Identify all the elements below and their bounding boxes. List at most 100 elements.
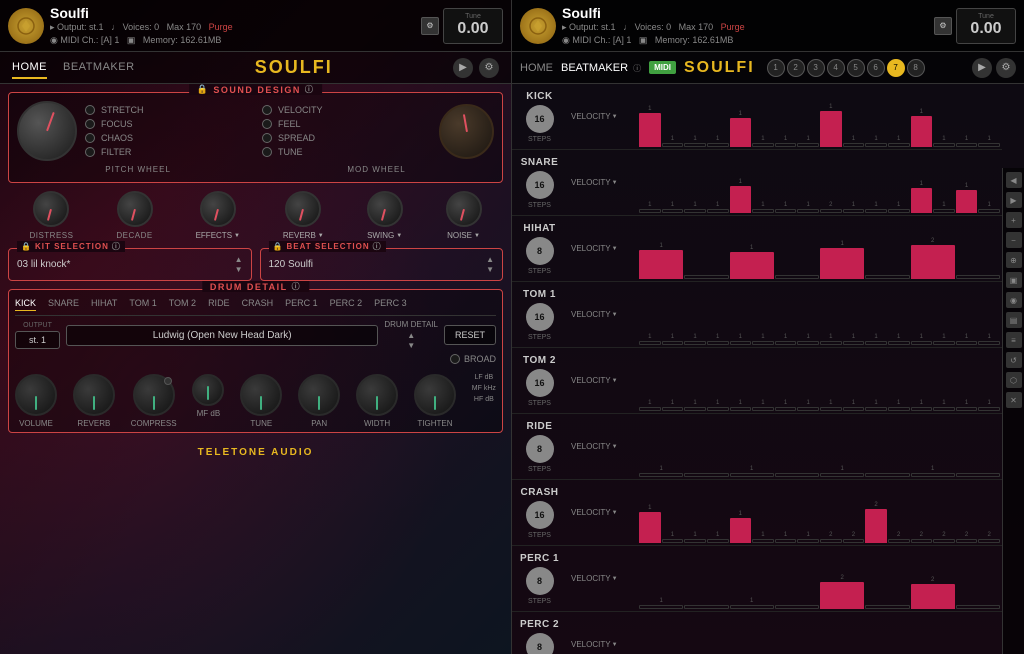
beat-bar-cell[interactable]: 1 bbox=[662, 352, 684, 411]
beat-bar[interactable] bbox=[911, 245, 955, 279]
beat-bar-cell[interactable] bbox=[775, 418, 819, 477]
beat-bar-cell[interactable]: 1 bbox=[684, 154, 706, 213]
beat-bar-cell[interactable] bbox=[775, 550, 819, 609]
beat-bar[interactable] bbox=[752, 407, 774, 411]
beat-bar-cell[interactable]: 1 bbox=[639, 352, 661, 411]
side-btn-2[interactable]: ▶ bbox=[1006, 192, 1022, 208]
beat-bar-cell[interactable]: 1 bbox=[911, 418, 955, 477]
steps-badge-0[interactable]: 16 bbox=[526, 105, 554, 133]
beat-bar[interactable] bbox=[865, 605, 909, 609]
beat-bar-cell[interactable]: 2 bbox=[911, 550, 955, 609]
tune-knob-drum[interactable] bbox=[240, 374, 282, 416]
beat-bar[interactable] bbox=[684, 407, 706, 411]
drum-tab-tom1[interactable]: TOM 1 bbox=[129, 298, 156, 311]
beat-bar[interactable] bbox=[820, 473, 864, 477]
beat-bar-cell[interactable]: 1 bbox=[956, 154, 978, 213]
beat-bar-cell[interactable]: 2 bbox=[911, 220, 955, 279]
tighten-knob[interactable] bbox=[414, 374, 456, 416]
beat-bar-cell[interactable] bbox=[775, 220, 819, 279]
side-btn-8[interactable]: ▤ bbox=[1006, 312, 1022, 328]
step-8[interactable]: 8 bbox=[907, 59, 925, 77]
beat-bar[interactable] bbox=[933, 407, 955, 411]
side-btn-6[interactable]: ▣ bbox=[1006, 272, 1022, 288]
beat-bar[interactable] bbox=[956, 341, 978, 345]
beat-bar[interactable] bbox=[639, 407, 661, 411]
beat-bar[interactable] bbox=[730, 473, 774, 477]
beat-bar[interactable] bbox=[865, 509, 887, 543]
beat-bar-cell[interactable]: 1 bbox=[775, 484, 797, 543]
side-btn-9[interactable]: ≡ bbox=[1006, 332, 1022, 348]
velocity-label-8[interactable]: VELOCITY bbox=[571, 640, 633, 649]
beat-bar-cell[interactable]: 1 bbox=[820, 352, 842, 411]
beat-bar-cell[interactable]: 1 bbox=[639, 154, 661, 213]
beat-bar-cell[interactable]: 1 bbox=[684, 286, 706, 345]
beat-bar-cell[interactable]: 1 bbox=[933, 352, 955, 411]
steps-badge-5[interactable]: 8 bbox=[526, 435, 554, 463]
steps-badge-8[interactable]: 8 bbox=[526, 633, 554, 654]
velocity-label-7[interactable]: VELOCITY bbox=[571, 574, 633, 583]
beat-bar-cell[interactable] bbox=[684, 616, 728, 654]
beat-bar[interactable] bbox=[730, 118, 752, 147]
beat-bar-cell[interactable] bbox=[956, 616, 1000, 654]
beat-bar-cell[interactable]: 1 bbox=[911, 286, 933, 345]
beat-bar[interactable] bbox=[730, 518, 752, 543]
beat-bar[interactable] bbox=[797, 407, 819, 411]
beat-bar-cell[interactable]: 1 bbox=[730, 352, 752, 411]
settings-nav-icon[interactable]: ⚙ bbox=[479, 58, 499, 78]
beat-bar-cell[interactable]: 1 bbox=[662, 88, 684, 147]
beat-bar[interactable] bbox=[956, 605, 1000, 609]
drum-tab-perc1[interactable]: PERC 1 bbox=[285, 298, 318, 311]
beat-bar-cell[interactable]: 1 bbox=[752, 352, 774, 411]
beat-bar-cell[interactable]: 1 bbox=[843, 88, 865, 147]
beat-bar-cell[interactable]: 1 bbox=[956, 88, 978, 147]
beat-bar[interactable] bbox=[911, 341, 933, 345]
beat-bar-cell[interactable]: 2 bbox=[820, 154, 842, 213]
noise-knob[interactable] bbox=[446, 191, 482, 227]
beat-bar-cell[interactable]: 1 bbox=[684, 88, 706, 147]
beat-bar[interactable] bbox=[775, 341, 797, 345]
beat-bar-cell[interactable]: 1 bbox=[707, 484, 729, 543]
beat-bar-cell[interactable]: 1 bbox=[978, 88, 1000, 147]
drum-tab-perc2[interactable]: PERC 2 bbox=[330, 298, 363, 311]
beat-bar-cell[interactable]: 1 bbox=[639, 418, 683, 477]
beat-bar-cell[interactable]: 1 bbox=[888, 286, 910, 345]
beat-bar[interactable] bbox=[956, 407, 978, 411]
beat-bar[interactable] bbox=[662, 407, 684, 411]
velocity-label-6[interactable]: VELOCITY bbox=[571, 508, 633, 517]
velocity-label-0[interactable]: VELOCITY bbox=[571, 112, 633, 121]
beat-bar-cell[interactable]: 1 bbox=[865, 88, 887, 147]
step-4[interactable]: 4 bbox=[827, 59, 845, 77]
beat-bar-cell[interactable]: 1 bbox=[730, 88, 752, 147]
beat-bar-cell[interactable]: 1 bbox=[775, 154, 797, 213]
beat-bar[interactable] bbox=[911, 188, 933, 213]
right-tab-beatmaker[interactable]: BEATMAKER ⓘ bbox=[561, 58, 641, 78]
swing-knob[interactable] bbox=[367, 191, 403, 227]
beat-bar-cell[interactable]: 1 bbox=[933, 286, 955, 345]
beat-bar-cell[interactable]: 1 bbox=[639, 88, 661, 147]
feel-option[interactable]: FEEL bbox=[262, 119, 431, 129]
mfdB-knob[interactable] bbox=[192, 374, 224, 406]
beat-bar[interactable] bbox=[797, 341, 819, 345]
beat-bar-cell[interactable]: 1 bbox=[662, 286, 684, 345]
beat-bar-cell[interactable]: 1 bbox=[865, 154, 887, 213]
beat-bar[interactable] bbox=[639, 250, 683, 279]
steps-badge-6[interactable]: 16 bbox=[526, 501, 554, 529]
beat-bar-cell[interactable]: 1 bbox=[752, 286, 774, 345]
spread-radio[interactable] bbox=[262, 133, 272, 143]
reverb-knob[interactable] bbox=[285, 191, 321, 227]
beat-bar[interactable] bbox=[730, 341, 752, 345]
beat-bar[interactable] bbox=[775, 275, 819, 279]
tune-option[interactable]: TUNE bbox=[262, 147, 431, 157]
beat-bar-cell[interactable]: 1 bbox=[978, 286, 1000, 345]
beat-bar[interactable] bbox=[684, 539, 706, 543]
beat-bar-cell[interactable]: 1 bbox=[639, 616, 683, 654]
drum-tab-kick[interactable]: KICK bbox=[15, 298, 36, 311]
feel-radio[interactable] bbox=[262, 119, 272, 129]
beat-bar[interactable] bbox=[933, 209, 955, 213]
beat-bar[interactable] bbox=[956, 473, 1000, 477]
beat-bar[interactable] bbox=[684, 341, 706, 345]
beat-bar[interactable] bbox=[662, 341, 684, 345]
beat-bar[interactable] bbox=[978, 209, 1000, 213]
stretch-radio[interactable] bbox=[85, 105, 95, 115]
beat-bar[interactable] bbox=[662, 143, 684, 147]
